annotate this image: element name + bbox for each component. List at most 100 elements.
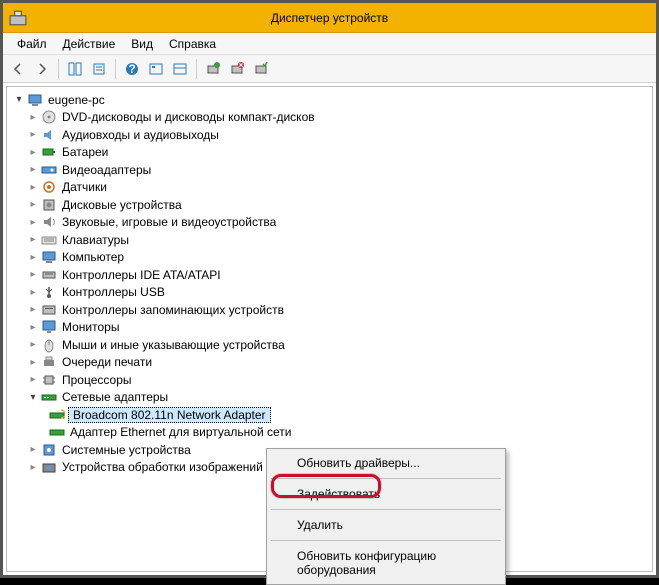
audio-icon [41,127,57,143]
menu-help[interactable]: Справка [161,34,224,54]
show-hidden-button[interactable] [145,58,167,80]
expander-icon[interactable] [27,111,39,123]
title-bar: Диспетчер устройств [3,3,656,33]
tree-device-broadcom[interactable]: Broadcom 802.11n Network Adapter [9,406,650,424]
tree-category[interactable]: DVD-дисководы и дисководы компакт-дисков [9,109,650,127]
expander-icon[interactable] [27,146,39,158]
video-icon [41,162,57,178]
tree-category[interactable]: Контроллеры IDE ATA/ATAPI [9,266,650,284]
category-label: Клавиатуры [60,233,131,247]
category-label: Батареи [60,145,110,159]
tree-device-ethernet[interactable]: Адаптер Ethernet для виртуальной сети [9,424,650,442]
view-button[interactable] [169,58,191,80]
ctx-refresh-config[interactable]: Обновить конфигурацию оборудования [269,544,503,582]
expander-icon[interactable] [27,181,39,193]
tree-category[interactable]: Дисковые устройства [9,196,650,214]
cpu-icon [41,372,57,388]
toolbar: ? [3,55,656,83]
ctx-update-drivers[interactable]: Обновить драйверы... [269,451,503,475]
category-label: Контроллеры запоминающих устройств [60,303,286,317]
back-button[interactable] [7,58,29,80]
tree-category[interactable]: Звуковые, игровые и видеоустройства [9,214,650,232]
toolbar-sep [196,59,197,79]
app-icon [9,8,27,26]
expander-icon[interactable] [27,374,39,386]
category-label: Звуковые, игровые и видеоустройства [60,215,278,229]
expander-icon[interactable] [27,304,39,316]
menu-view[interactable]: Вид [123,34,161,54]
keyboard-icon [41,232,57,248]
monitor-icon [41,319,57,335]
sound-icon [41,214,57,230]
root-label: eugene-pc [46,93,107,107]
category-label: Мониторы [60,320,121,334]
device-label: Broadcom 802.11n Network Adapter [68,407,271,423]
expander-icon[interactable] [27,129,39,141]
expander-icon[interactable] [27,164,39,176]
expander-icon[interactable] [13,94,25,106]
category-label: Очереди печати [60,355,154,369]
tree-category[interactable]: Датчики [9,179,650,197]
help-button[interactable]: ? [121,58,143,80]
uninstall-button[interactable] [226,58,248,80]
tree-category[interactable]: Мониторы [9,319,650,337]
wifi-adapter-icon [49,407,65,423]
battery-icon [41,144,57,160]
tree-category[interactable]: Видеоадаптеры [9,161,650,179]
forward-button[interactable] [31,58,53,80]
category-label: Компьютер [60,250,126,264]
tree-category[interactable]: Процессоры [9,371,650,389]
tree-category[interactable]: Клавиатуры [9,231,650,249]
expander-icon[interactable] [27,199,39,211]
window-frame: Диспетчер устройств Файл Действие Вид Сп… [0,0,659,578]
storage-icon [41,302,57,318]
expander-icon[interactable] [27,234,39,246]
show-hide-tree-button[interactable] [64,58,86,80]
category-label: Процессоры [60,373,134,387]
expander-icon[interactable] [27,444,39,456]
category-label: Датчики [60,180,109,194]
ctx-separator [271,540,501,541]
tree-category[interactable]: Контроллеры запоминающих устройств [9,301,650,319]
computer-icon [41,249,57,265]
expander-icon[interactable] [27,391,39,403]
expander-icon[interactable] [27,269,39,281]
menu-file[interactable]: Файл [9,34,55,54]
tree-category[interactable]: Очереди печати [9,354,650,372]
context-menu: Обновить драйверы... Задействовать Удали… [266,448,506,585]
expander-icon[interactable] [27,321,39,333]
tree-category[interactable]: Мыши и иные указывающие устройства [9,336,650,354]
category-label: DVD-дисководы и дисководы компакт-дисков [60,110,317,124]
category-label: Видеоадаптеры [60,163,153,177]
category-label: Контроллеры IDE ATA/ATAPI [60,268,223,282]
ctx-delete[interactable]: Удалить [269,513,503,537]
disk-icon [41,197,57,213]
expander-icon[interactable] [27,461,39,473]
category-label: Контроллеры USB [60,285,167,299]
category-label: Устройства обработки изображений [60,460,265,474]
tree-category[interactable]: Батареи [9,144,650,162]
enable-button[interactable] [250,58,272,80]
toolbar-sep [58,59,59,79]
expander-icon[interactable] [27,339,39,351]
tree-category[interactable]: Аудиовходы и аудиовыходы [9,126,650,144]
tree-root[interactable]: eugene-pc [9,91,650,109]
print-icon [41,354,57,370]
category-label: Сетевые адаптеры [60,390,170,404]
ctx-separator [271,509,501,510]
expander-icon[interactable] [27,286,39,298]
menu-action[interactable]: Действие [55,34,124,54]
tree-category-network[interactable]: Сетевые адаптеры [9,389,650,407]
expander-icon[interactable] [27,251,39,263]
toolbar-sep [115,59,116,79]
expander-icon[interactable] [27,356,39,368]
tree-category[interactable]: Контроллеры USB [9,284,650,302]
expander-icon[interactable] [27,216,39,228]
svg-text:?: ? [128,62,135,76]
category-label: Мыши и иные указывающие устройства [60,338,287,352]
scan-hardware-button[interactable] [202,58,224,80]
tree-category[interactable]: Компьютер [9,249,650,267]
device-label: Адаптер Ethernet для виртуальной сети [68,425,293,439]
ctx-enable[interactable]: Задействовать [269,482,503,506]
properties-button[interactable] [88,58,110,80]
